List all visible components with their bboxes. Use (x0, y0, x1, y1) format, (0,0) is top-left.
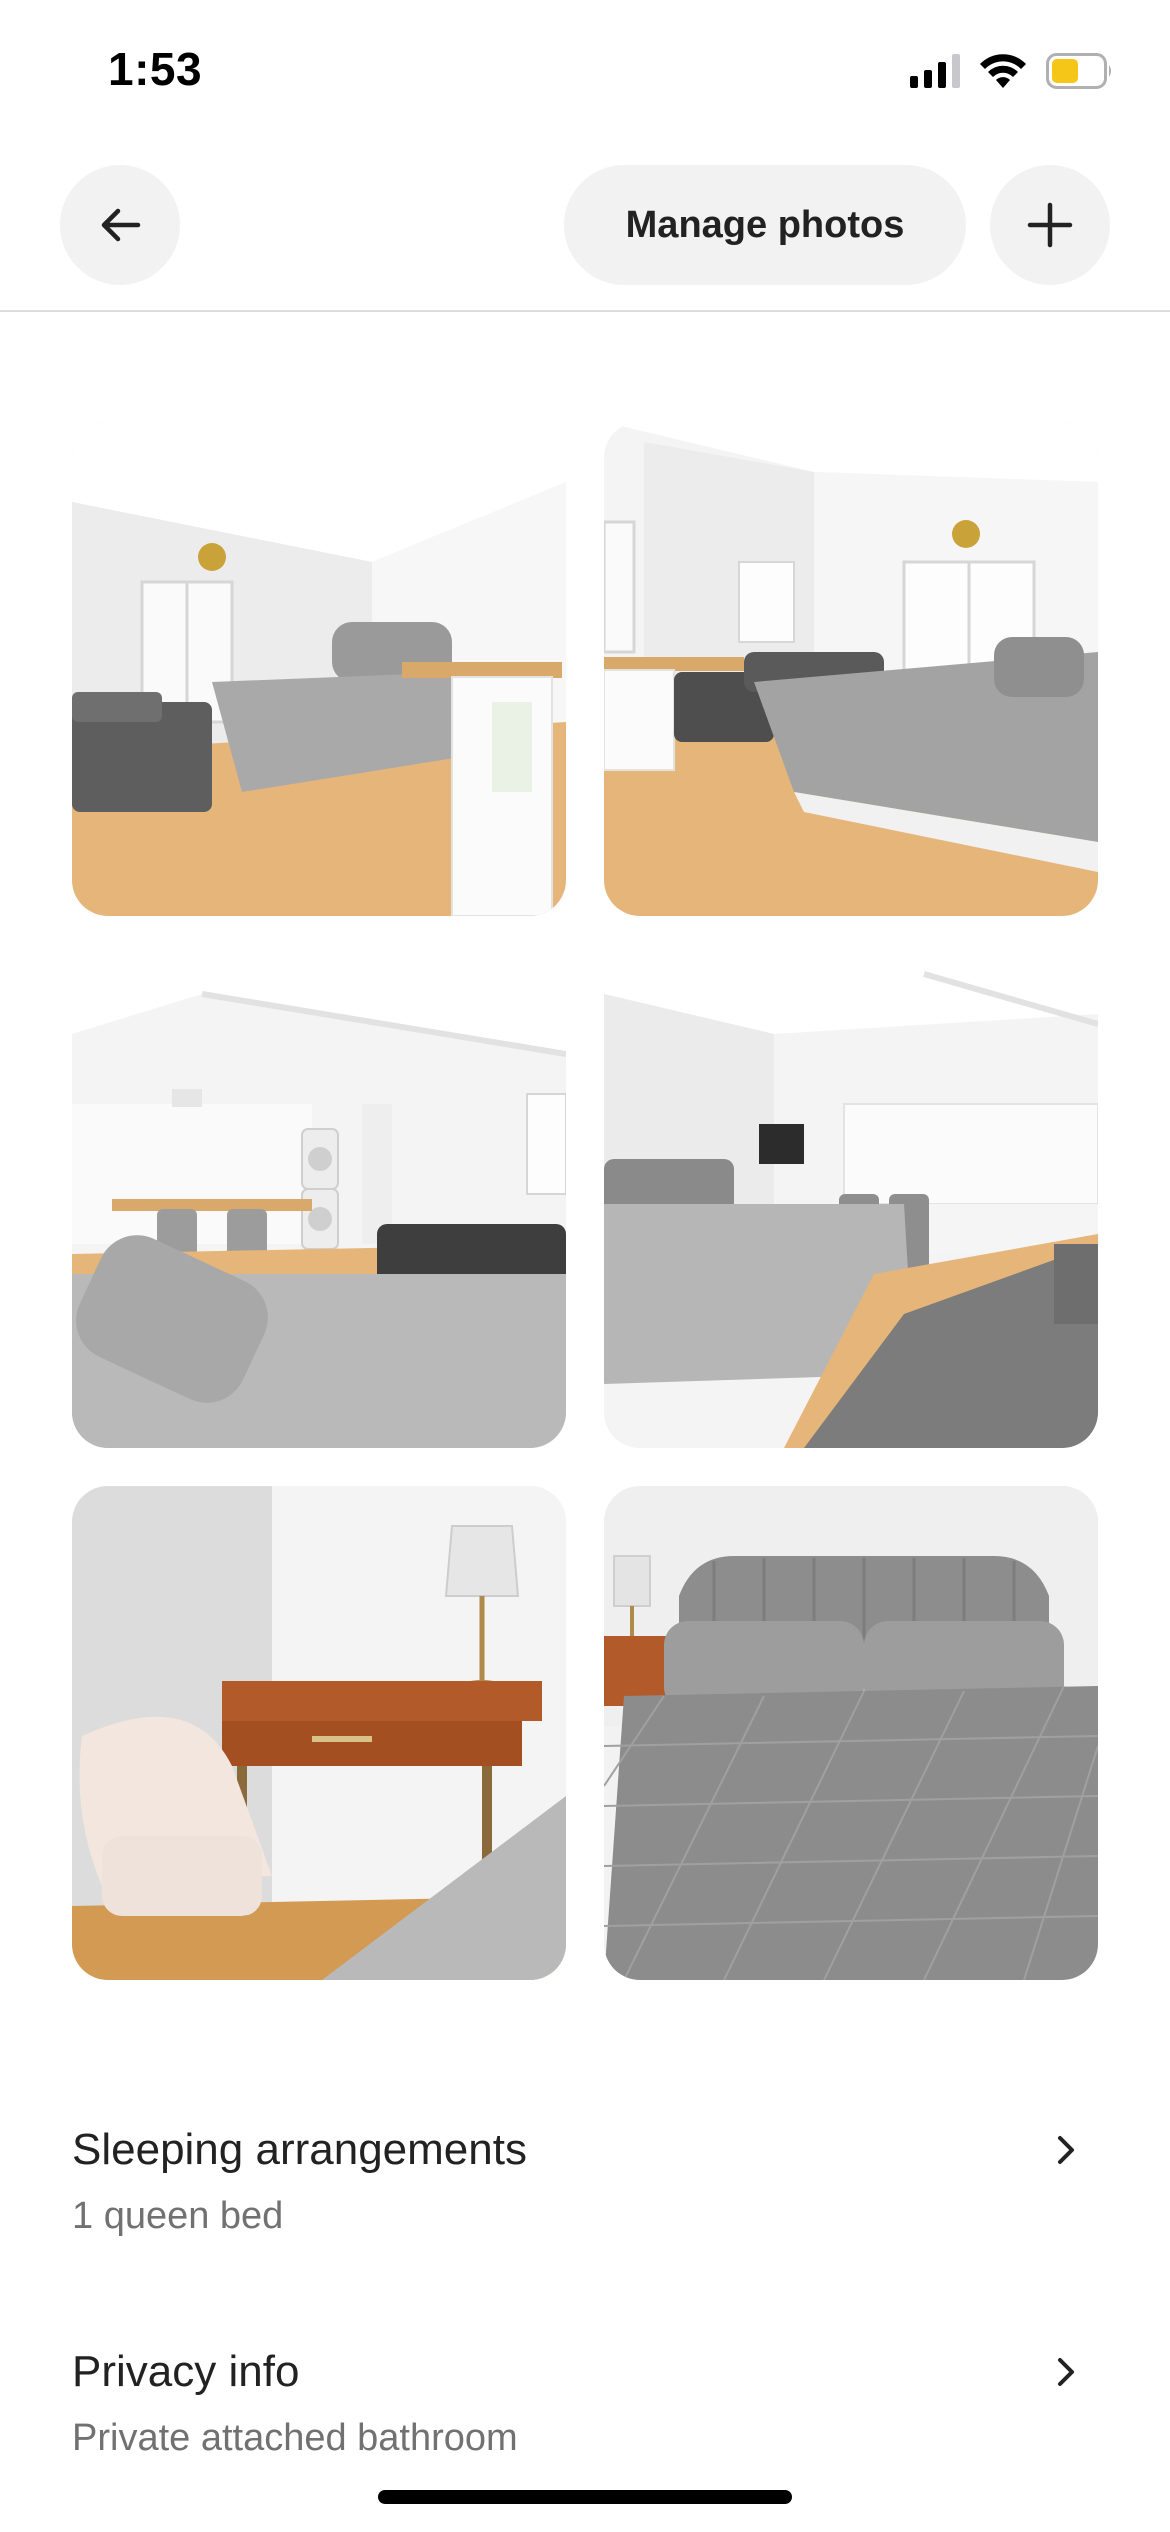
manage-photos-button[interactable]: Manage photos (564, 165, 966, 285)
sleeping-arrangements-subtitle: 1 queen bed (72, 2195, 284, 2237)
photo-4[interactable] (604, 954, 1098, 1448)
photo-1[interactable] (72, 422, 566, 916)
top-nav-bar: Manage photos (0, 150, 1170, 312)
plus-icon (1027, 202, 1073, 248)
photo-3[interactable] (72, 954, 566, 1448)
status-icons (910, 52, 1114, 90)
bedroom-photo-image (72, 422, 566, 916)
back-button[interactable] (60, 165, 180, 285)
screen: 1:53 Manage photos Sleeping arrangements… (0, 0, 1170, 2532)
bedroom-photo-image (604, 422, 1098, 916)
privacy-info-row[interactable]: Privacy info Private attached bathroom (72, 2344, 1098, 2462)
studio-photo-image (72, 954, 566, 1448)
arrow-left-icon (101, 208, 141, 242)
photo-5[interactable] (72, 1486, 566, 1980)
queen-bed-photo-image (604, 1486, 1098, 1980)
battery-icon (1046, 53, 1114, 89)
status-time: 1:53 (108, 43, 203, 95)
sleeping-arrangements-title: Sleeping arrangements (72, 2125, 527, 2174)
privacy-info-subtitle: Private attached bathroom (72, 2417, 518, 2459)
sleeping-arrangements-row[interactable]: Sleeping arrangements 1 queen bed (72, 2122, 1098, 2240)
wifi-icon (978, 52, 1028, 90)
privacy-info-title: Privacy info (72, 2347, 300, 2396)
chevron-right-icon (1058, 2358, 1074, 2386)
home-indicator[interactable] (378, 2490, 792, 2504)
status-bar: 1:53 (0, 0, 1170, 150)
add-photo-button[interactable] (990, 165, 1110, 285)
photo-2[interactable] (604, 422, 1098, 916)
chevron-right-icon (1058, 2136, 1074, 2164)
desk-chair-photo-image (72, 1486, 566, 1980)
photo-grid (72, 422, 1098, 1980)
photo-6[interactable] (604, 1486, 1098, 1980)
bedroom-kitchen-photo-image (604, 954, 1098, 1448)
cellular-signal-icon (910, 54, 960, 88)
